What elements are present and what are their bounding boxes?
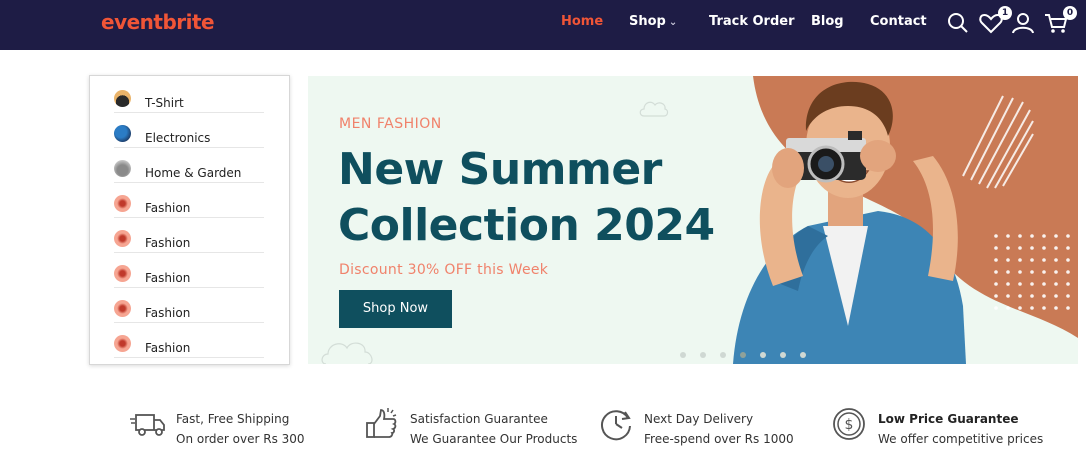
feature-satisfaction: Satisfaction Guarantee We Guarantee Our … [364,404,594,454]
category-label: T-Shirt [145,96,184,110]
shop-now-button[interactable]: Shop Now [339,290,452,328]
nav-shop-label: Shop [629,14,666,29]
feature-shipping: Fast, Free Shipping On order over Rs 300 [130,404,360,454]
category-item-fashion[interactable]: Fashion [114,183,264,218]
feature-title: Low Price Guarantee [878,412,1019,426]
category-label: Home & Garden [145,166,242,180]
category-item-fashion[interactable]: Fashion [114,253,264,288]
hero-subtitle: Discount 30% OFF this Week [339,262,549,278]
category-label: Electronics [145,131,211,145]
nav-contact[interactable]: Contact [870,14,927,29]
nav-home[interactable]: Home [561,14,603,29]
cloud-doodle-icon [321,342,373,364]
slider-dot[interactable] [720,352,726,358]
tshirt-icon [114,90,131,107]
slider-dot[interactable] [680,352,686,358]
feature-subtitle: We offer competitive prices [878,432,1044,446]
hero-model-photo [733,76,1078,364]
hero-tag: MEN FASHION [339,116,442,132]
nav-track-order[interactable]: Track Order [709,14,795,29]
slider-dot[interactable] [780,352,786,358]
category-label: Fashion [145,341,191,355]
category-label: Fashion [145,271,191,285]
svg-text:$: $ [845,417,854,433]
user-icon[interactable] [1010,10,1036,36]
logo[interactable]: eventbrite [101,10,215,34]
category-label: Fashion [145,236,191,250]
truck-icon [130,414,165,436]
category-item-fashion[interactable]: Fashion [114,288,264,323]
fashion-icon [114,300,131,317]
site-header: eventbrite Home Shop ⌄ Track Order Blog C… [0,0,1086,50]
nav-blog[interactable]: Blog [811,14,844,29]
category-item-electronics[interactable]: Electronics [114,113,264,148]
home-garden-icon [114,160,131,177]
feature-subtitle: On order over Rs 300 [176,432,305,446]
category-item-home-garden[interactable]: Home & Garden [114,148,264,183]
slider-dot[interactable] [700,352,706,358]
search-icon[interactable] [945,10,971,36]
category-label: Fashion [145,201,191,215]
feature-next-day: Next Day Delivery Free-spend over Rs 100… [598,404,828,454]
feature-title: Next Day Delivery [644,412,754,426]
slider-dot[interactable] [800,352,806,358]
cart-badge: 0 [1063,6,1077,20]
electronics-icon [114,125,131,142]
feature-subtitle: We Guarantee Our Products [410,432,578,446]
fashion-icon [114,335,131,352]
thumbs-up-icon [366,408,397,438]
feature-title: Satisfaction Guarantee [410,412,548,426]
hero-banner: MEN FASHION New Summer Collection 2024 D… [308,76,1078,364]
fashion-icon [114,195,131,212]
feature-title: Fast, Free Shipping [176,412,290,426]
feature-low-price: $ Low Price Guarantee We offer competiti… [832,404,1062,454]
category-item-tshirt[interactable]: T-Shirt [114,78,264,113]
nav-shop[interactable]: Shop ⌄ [629,14,677,29]
clock-icon [601,410,631,441]
chevron-down-icon: ⌄ [668,17,678,28]
feature-subtitle: Free-spend over Rs 1000 [644,432,794,446]
fashion-icon [114,230,131,247]
cloud-doodle-icon [639,101,669,117]
category-sidebar: T-Shirt Electronics Home & Garden Fashio… [89,75,290,365]
fashion-icon [114,265,131,282]
category-item-fashion[interactable]: Fashion [114,323,264,358]
category-item-fashion[interactable]: Fashion [114,218,264,253]
category-label: Fashion [145,306,191,320]
slider-dot[interactable] [760,352,766,358]
hero-title: New Summer Collection 2024 [338,144,715,251]
dollar-coin-icon: $ [833,408,865,440]
slider-dot-active[interactable] [740,352,746,358]
